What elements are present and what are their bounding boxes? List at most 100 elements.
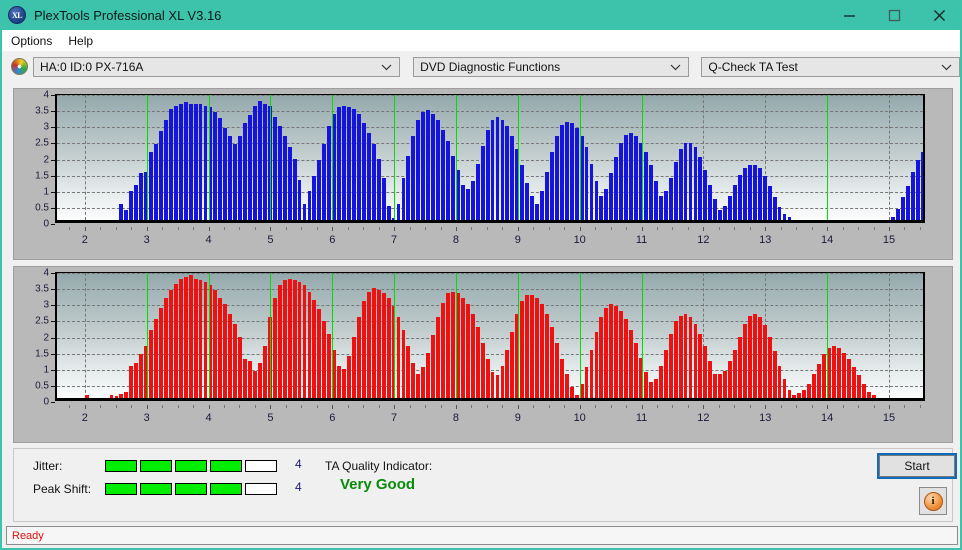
x-axis-tick-label: 9 — [514, 412, 521, 424]
test-select[interactable]: Q-Check TA Test — [701, 56, 960, 77]
x-axis-minor-tick — [672, 405, 674, 408]
chart-bar — [282, 280, 287, 398]
menu-item-options[interactable]: Options — [4, 32, 59, 50]
y-axis-tick-label: 4 — [43, 267, 49, 279]
chart-bar — [619, 142, 624, 220]
chart-bar — [599, 195, 604, 220]
chart-bar — [718, 373, 723, 398]
y-axis-tick — [51, 321, 55, 323]
x-axis-minor-tick — [564, 227, 566, 230]
x-axis-tick-label: 2 — [81, 234, 88, 246]
chart-bar — [317, 160, 322, 220]
chart-bar — [683, 314, 688, 398]
x-axis-tick — [641, 405, 643, 409]
chart-bar — [921, 152, 923, 220]
chart-bar — [129, 190, 134, 220]
x-axis-tick-label: 7 — [391, 234, 398, 246]
jitter-segment — [210, 460, 242, 472]
x-axis-minor-tick — [548, 405, 550, 408]
chart-bar — [609, 304, 614, 398]
chart-bar — [663, 349, 668, 398]
chart-bar — [624, 134, 629, 220]
chart-bar — [733, 349, 737, 398]
chart-bar — [119, 394, 124, 398]
speed-change-marker — [394, 273, 396, 398]
y-axis-tick-label: 0.5 — [35, 380, 49, 392]
start-button[interactable]: Start — [877, 453, 957, 479]
chart-bar — [564, 121, 569, 220]
y-axis-tick — [51, 337, 55, 339]
chart-bar — [337, 107, 342, 220]
chart-bar — [812, 373, 817, 398]
chart-bar — [159, 131, 163, 220]
chart-bar — [767, 186, 772, 220]
chart-bar — [772, 351, 777, 398]
gridline-vertical — [84, 273, 86, 398]
chart-bar — [480, 343, 485, 398]
chart-bar — [287, 147, 292, 220]
info-button[interactable]: i — [919, 487, 947, 515]
chart-bar — [272, 298, 277, 398]
chart-bar — [475, 163, 480, 220]
x-axis-tick-label: 3 — [143, 412, 150, 424]
x-axis-minor-tick — [811, 405, 813, 408]
chart-bar — [198, 103, 203, 220]
chart-bar — [822, 354, 827, 398]
chart-bar — [178, 103, 183, 220]
chart-bar — [485, 359, 490, 398]
chart-bar — [322, 144, 327, 220]
x-axis-minor-tick — [115, 227, 117, 230]
chart-bar — [262, 103, 267, 220]
speed-change-marker — [641, 95, 643, 220]
chart-bar — [708, 360, 713, 398]
chart-bar — [198, 280, 203, 398]
chart-bar — [644, 152, 648, 220]
x-axis-minor-tick — [440, 405, 442, 408]
chart-bar — [896, 208, 901, 220]
chevron-down-icon — [670, 60, 681, 74]
x-axis-tick — [641, 227, 643, 231]
x-axis-tick-label: 12 — [697, 412, 710, 424]
chart-bar — [470, 314, 475, 398]
chart-bar — [574, 128, 579, 220]
x-axis-minor-tick — [363, 227, 365, 230]
chart-bar — [233, 144, 238, 220]
chart-bar — [594, 331, 599, 398]
window-controls — [827, 0, 962, 30]
y-axis-tick — [51, 175, 55, 177]
chart-bar — [173, 283, 178, 398]
x-axis-tick-label: 10 — [573, 412, 586, 424]
x-axis-minor-tick — [301, 227, 303, 230]
chart-bar — [841, 352, 846, 398]
chart-bar — [559, 124, 564, 220]
x-axis-tick-label: 10 — [573, 234, 586, 246]
app-logo-icon: XL — [8, 6, 26, 24]
chart-bar — [218, 298, 223, 398]
chart-bar — [292, 280, 297, 398]
close-icon[interactable] — [917, 0, 962, 30]
chart-bar — [243, 123, 248, 220]
chart-bar — [678, 149, 683, 220]
x-axis-minor-tick — [177, 227, 179, 230]
chart-bar — [164, 298, 168, 398]
chart-bar — [114, 396, 119, 398]
y-axis-tick — [51, 224, 55, 225]
function-select[interactable]: DVD Diagnostic Functions — [413, 56, 690, 77]
maximize-icon[interactable] — [872, 0, 917, 30]
x-axis-minor-tick — [254, 227, 256, 230]
start-button-label: Start — [904, 459, 930, 473]
chart-bar — [218, 118, 223, 220]
drive-select[interactable]: HA:0 ID:0 PX-716A — [33, 56, 401, 77]
x-axis-minor-tick — [858, 227, 860, 230]
chart-bar — [540, 190, 544, 220]
chart-bar — [307, 190, 312, 220]
menu-bar: Options Help — [2, 30, 960, 51]
y-axis-tick — [51, 95, 55, 96]
minimize-icon[interactable] — [827, 0, 872, 30]
chart-bar — [401, 178, 406, 220]
chart-bar — [366, 291, 371, 398]
menu-item-help[interactable]: Help — [61, 32, 100, 50]
chart-bar — [361, 301, 366, 398]
x-axis-tick-label: 3 — [143, 234, 150, 246]
chart-bar — [134, 184, 139, 220]
